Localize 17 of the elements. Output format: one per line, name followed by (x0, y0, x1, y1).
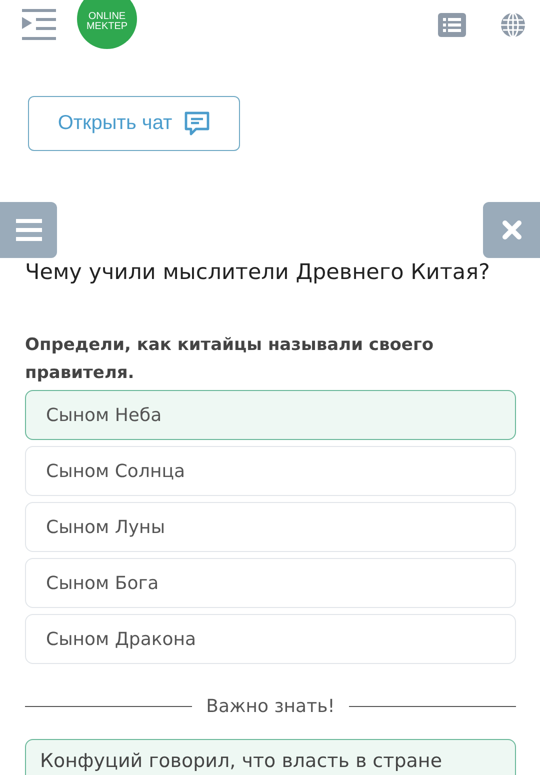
menu-button[interactable] (0, 202, 57, 258)
answer-option[interactable]: Сыном Неба (25, 390, 516, 440)
answer-option[interactable]: Сыном Солнца (25, 446, 516, 496)
question-text: Определи, как китайцы называли своего правителя. (25, 334, 435, 385)
answer-option[interactable]: Сыном Луны (25, 502, 516, 552)
lesson-title: Чему учили мыслители Древнего Китая? (25, 259, 491, 287)
info-text: Конфуций говорил, что власть в стране (40, 750, 442, 772)
close-icon (502, 220, 522, 240)
globe-icon[interactable] (500, 12, 526, 38)
close-button[interactable] (483, 202, 540, 258)
answer-option[interactable]: Сыном Дракона (25, 614, 516, 664)
list-icon[interactable] (438, 13, 466, 37)
menu-icon (16, 219, 42, 241)
answer-option[interactable]: Сыном Бога (25, 558, 516, 608)
section-heading: Важно знать! (206, 696, 335, 717)
chat-icon (184, 110, 210, 136)
menu-icon[interactable] (22, 9, 56, 41)
